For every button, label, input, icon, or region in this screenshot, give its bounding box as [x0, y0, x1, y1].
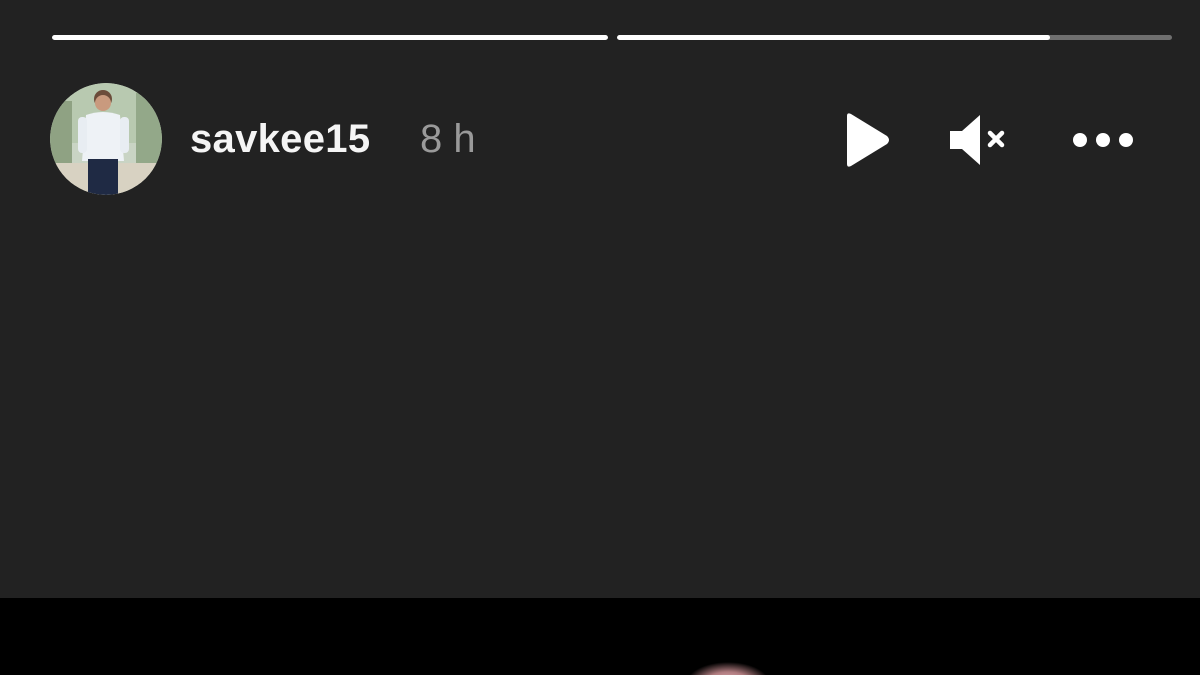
progress-segment-1: [52, 35, 608, 40]
mute-toggle-button[interactable]: [944, 105, 1014, 175]
avatar-image: [50, 83, 162, 195]
username[interactable]: savkee15: [190, 117, 370, 162]
story-media[interactable]: [0, 598, 1200, 675]
story-viewer: savkee15 8 h: [0, 0, 1200, 675]
story-header: savkee15 8 h: [50, 83, 1150, 197]
avatar[interactable]: [50, 83, 162, 195]
play-button[interactable]: [830, 105, 900, 175]
progress-fill-2: [616, 35, 1050, 40]
media-glow: [689, 662, 767, 675]
story-progress-bar: [52, 35, 1172, 40]
progress-fill-1: [52, 35, 608, 40]
muted-speaker-icon: [950, 115, 1005, 165]
more-options-icon: [1073, 133, 1133, 147]
post-timestamp: 8 h: [420, 117, 476, 161]
more-options-button[interactable]: [1068, 105, 1138, 175]
progress-segment-2: [616, 35, 1172, 40]
play-icon: [847, 113, 889, 167]
